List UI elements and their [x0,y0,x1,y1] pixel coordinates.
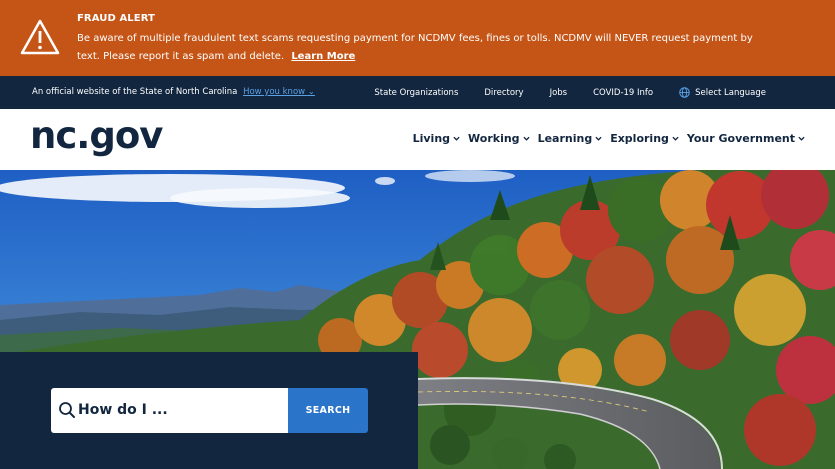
fraud-alert-banner: FRAUD ALERT Be aware of multiple fraudul… [0,0,835,76]
nc-gov-logo[interactable]: nc.gov [30,114,163,157]
chevron-down-icon [522,136,530,141]
chevron-down-icon: ⌄ [307,87,315,97]
utility-link-state-organizations[interactable]: State Organizations [374,88,458,98]
nav-item-learning[interactable]: Learning [538,132,603,145]
alert-message: Be aware of multiple fraudulent text sca… [77,33,753,62]
alert-message-block: Be aware of multiple fraudulent text sca… [77,30,767,66]
nav-item-exploring[interactable]: Exploring [610,132,679,145]
search-box [51,388,288,433]
warning-triangle-icon [20,19,60,55]
utility-link-jobs[interactable]: Jobs [550,88,568,98]
alert-title: FRAUD ALERT [77,13,155,24]
nav-item-your-government[interactable]: Your Government [687,132,805,145]
official-site-text: An official website of the State of Nort… [32,87,238,97]
chevron-down-icon [798,136,805,141]
chevron-down-icon [453,136,460,141]
chevron-down-icon [672,136,679,141]
main-nav: Living Working Learning Exploring Your G… [405,132,805,145]
utility-link-covid[interactable]: COVID-19 Info [593,88,653,98]
search-input[interactable] [78,397,278,423]
utility-link-directory[interactable]: Directory [484,88,523,98]
select-language-label: Select Language [695,87,766,98]
globe-icon [679,87,690,98]
chevron-down-icon [595,136,602,141]
nav-item-working[interactable]: Working [468,132,530,145]
utility-nav: State Organizations Directory Jobs COVID… [374,76,835,109]
search-panel: SEARCH [0,352,418,469]
select-language-button[interactable]: Select Language [679,87,792,98]
official-site-notice: An official website of the State of Nort… [32,87,315,97]
search-icon [59,402,75,418]
site-header: nc.gov Living Working Learning Exploring… [0,109,835,170]
learn-more-link[interactable]: Learn More [291,51,355,62]
utility-bar: An official website of the State of Nort… [0,76,835,109]
search-button[interactable]: SEARCH [288,388,368,433]
how-you-know-link[interactable]: How you know ⌄ [243,87,315,97]
nav-item-living[interactable]: Living [413,132,460,145]
